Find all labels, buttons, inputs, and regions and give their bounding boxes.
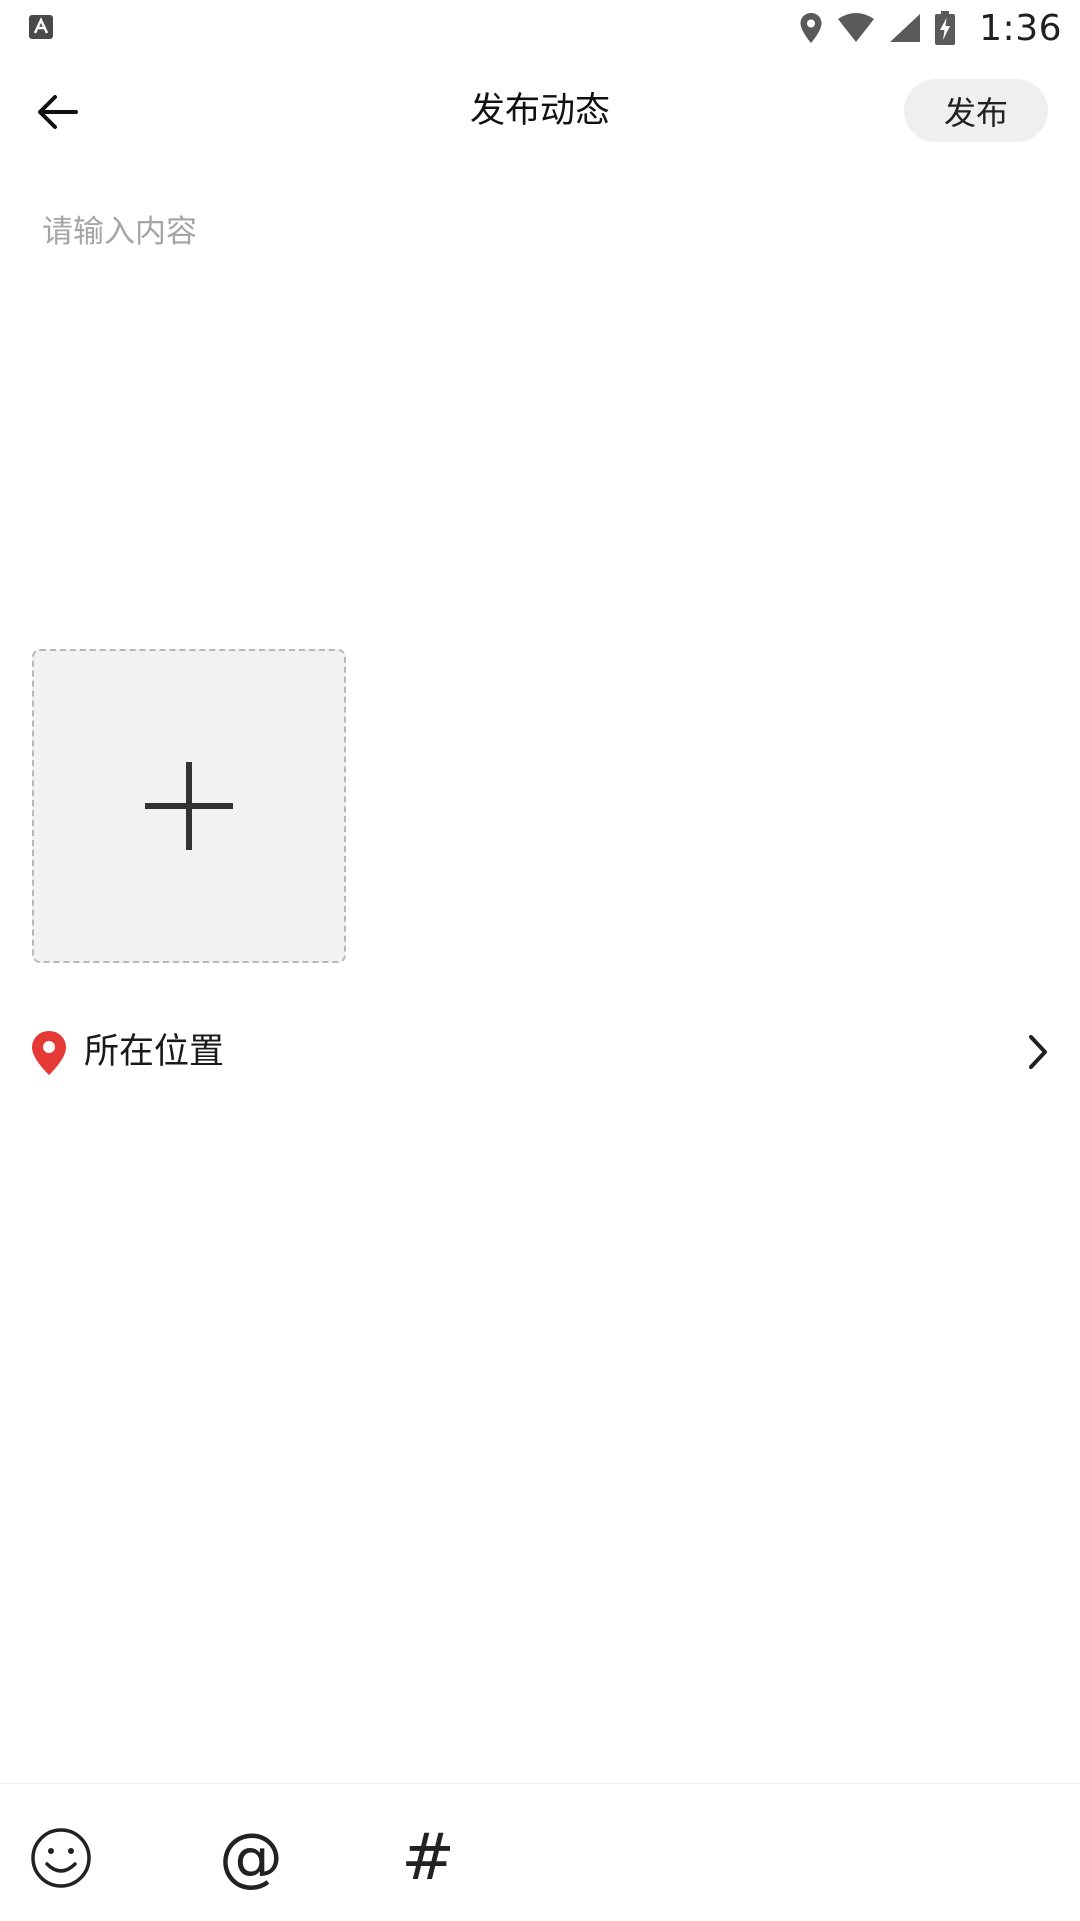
location-icon: [800, 13, 822, 43]
signal-icon: [890, 14, 921, 42]
emoji-icon: [31, 1828, 91, 1888]
add-image-button[interactable]: [32, 649, 346, 963]
top-app-bar: 发布动态 发布: [0, 56, 1080, 166]
mention-button[interactable]: @: [211, 1818, 291, 1898]
wifi-icon: [838, 13, 875, 42]
publish-button[interactable]: 发布: [904, 79, 1048, 142]
location-label: 所在位置: [84, 1032, 225, 1072]
arrow-left-icon: [38, 95, 78, 129]
post-content-input[interactable]: [42, 210, 1042, 590]
status-bar: 1:36: [0, 0, 1080, 56]
location-selector[interactable]: 所在位置: [0, 1010, 1080, 1094]
status-icons: 1:36: [799, 0, 1062, 56]
location-pin-icon: [32, 1031, 66, 1075]
battery-charging-icon: [935, 11, 956, 45]
status-time: 1:36: [979, 7, 1062, 49]
chevron-right-icon: [1029, 1035, 1047, 1069]
at-mention-icon: @: [219, 1821, 283, 1895]
hashtag-icon: #: [401, 1821, 455, 1895]
hashtag-button[interactable]: #: [388, 1818, 468, 1898]
back-button[interactable]: [22, 84, 92, 140]
plus-icon: [145, 762, 233, 850]
emoji-button[interactable]: [21, 1818, 101, 1898]
app-notification-icon: [29, 15, 53, 39]
composer-toolbar: @ #: [0, 1783, 1080, 1921]
